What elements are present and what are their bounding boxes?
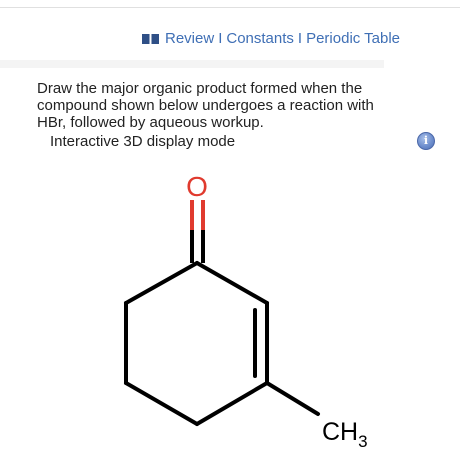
link-separator: I [297, 30, 303, 47]
display-mode-label[interactable]: Interactive 3D display mode [50, 133, 235, 150]
ring-bond-c3-c4 [195, 381, 269, 426]
ring-bond-c1-c2 [195, 261, 269, 305]
periodic-table-link[interactable]: Periodic Table [306, 30, 400, 47]
question-text: Draw the major organic product formed wh… [37, 80, 374, 131]
review-link[interactable]: Review [165, 30, 214, 47]
molecule-structure: O CH3 [124, 171, 368, 451]
link-separator: I [218, 30, 223, 47]
methyl-label-main: CH [322, 418, 358, 446]
methyl-label: CH3 [322, 418, 368, 451]
oxygen-atom-label: O [186, 171, 208, 202]
ring-bond-c4-c5 [124, 381, 199, 426]
methyl-label-subscript: 3 [358, 432, 367, 451]
ring-bond-c6-c1 [124, 261, 199, 305]
book-icon [142, 33, 159, 45]
info-icon[interactable]: i [417, 132, 435, 150]
constants-link[interactable]: Constants [226, 30, 294, 47]
top-divider [0, 7, 460, 8]
page: Review I Constants I Periodic Table Draw… [0, 0, 474, 460]
banner-strip [0, 60, 384, 68]
methyl-bond [265, 381, 320, 416]
resource-links-bar: Review I Constants I Periodic Table [142, 30, 400, 47]
